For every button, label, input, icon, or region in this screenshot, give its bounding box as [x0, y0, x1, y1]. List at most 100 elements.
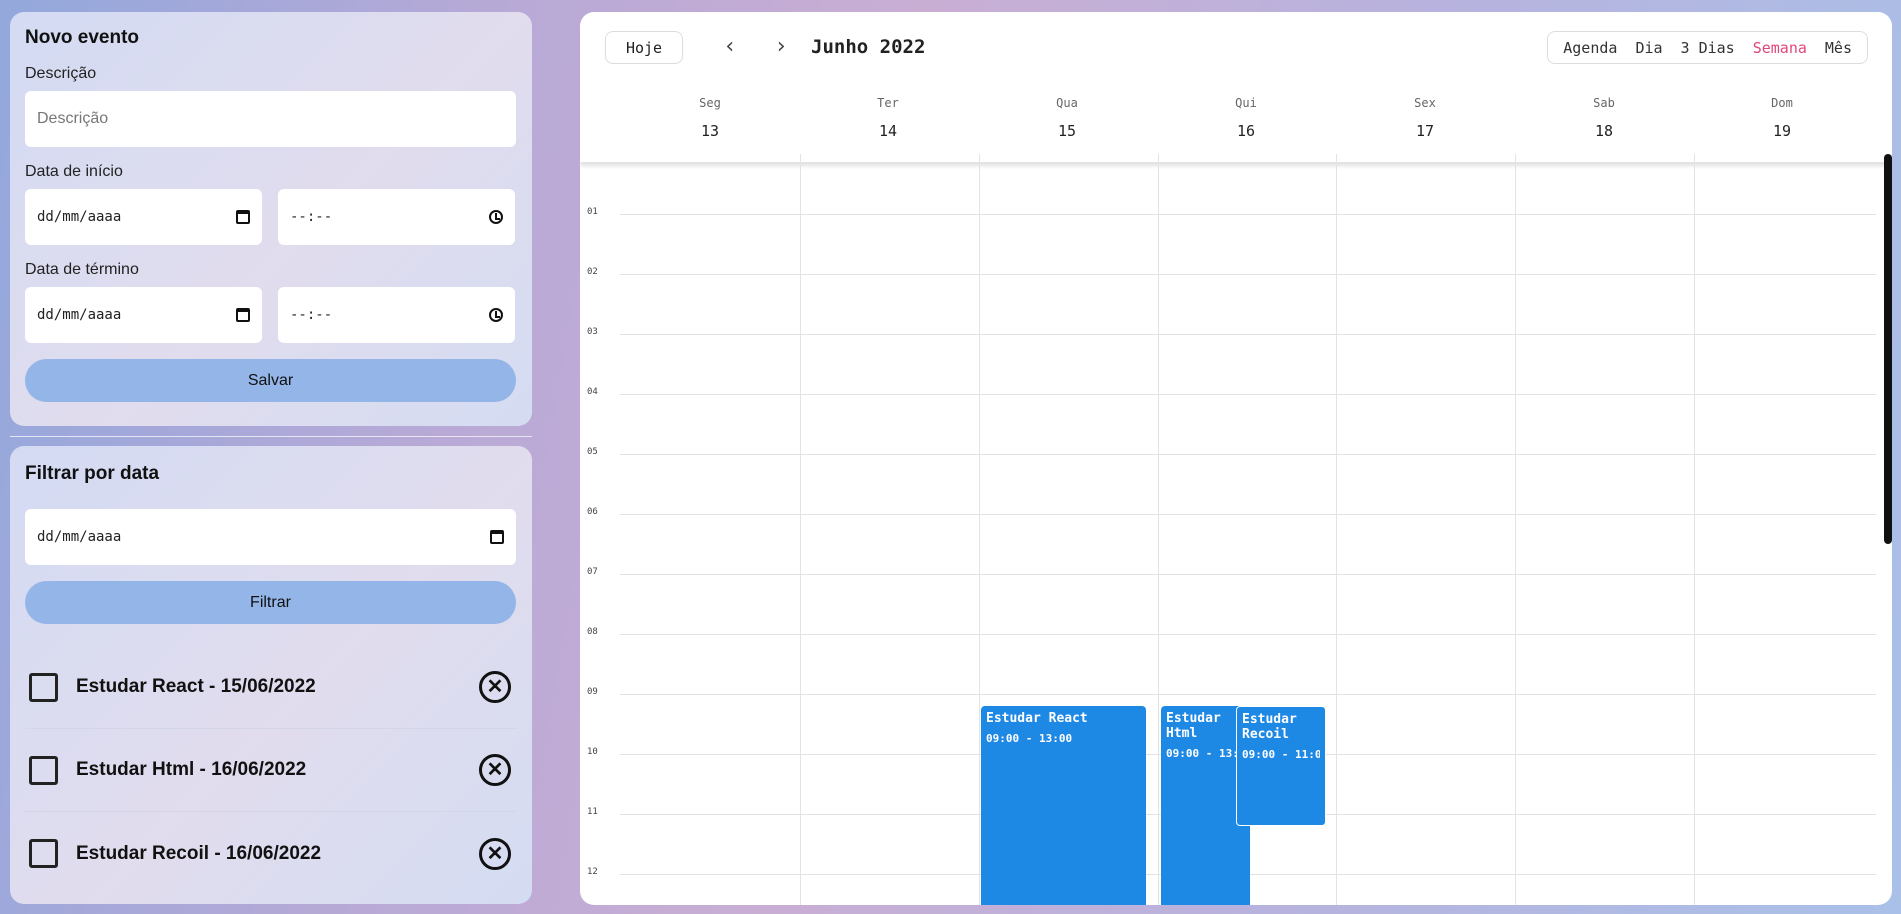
scrollbar[interactable] — [1884, 154, 1892, 544]
filter-title: Filtrar por data — [25, 463, 160, 484]
day-column-divider — [1515, 154, 1516, 905]
hour-line — [620, 514, 1876, 515]
view-week[interactable]: Semana — [1744, 39, 1816, 57]
hour-label: 04 — [587, 387, 598, 397]
day-number: 16 — [1236, 122, 1256, 140]
day-header-row: Seg 13 Ter 14 Qua 15 Qui 16 Sex 17 Sab 1… — [580, 82, 1892, 162]
day-number: 17 — [1415, 122, 1435, 140]
task-checkbox[interactable] — [29, 839, 58, 868]
event-title: Estudar Html — [1166, 711, 1221, 741]
event-time: 09:00 - 13:00 — [1166, 747, 1245, 760]
day-name: Qui — [1235, 96, 1257, 110]
event-title: Estudar React — [986, 711, 1088, 726]
day-number: 15 — [1057, 122, 1077, 140]
save-button[interactable]: Salvar — [25, 359, 516, 402]
filter-date-input[interactable]: dd/mm/aaaa — [25, 509, 516, 565]
delete-icon[interactable]: ✕ — [479, 754, 511, 786]
new-event-title: Novo evento — [25, 27, 140, 48]
start-time-input[interactable]: --:-- — [278, 189, 515, 245]
day-name: Qua — [1056, 96, 1078, 110]
clock-icon[interactable] — [489, 308, 503, 322]
end-time-input[interactable]: --:-- — [278, 287, 515, 343]
today-button[interactable]: Hoje — [605, 31, 683, 64]
hour-label: 03 — [587, 327, 598, 337]
chevron-left-icon[interactable]: ‹ — [718, 34, 742, 59]
chevron-right-icon[interactable]: › — [769, 34, 793, 59]
day-number: 18 — [1594, 122, 1614, 140]
filter-button[interactable]: Filtrar — [25, 581, 516, 624]
day-name: Ter — [877, 96, 899, 110]
hour-line — [620, 334, 1876, 335]
list-item: Estudar React - 15/06/2022 ✕ — [25, 646, 517, 729]
day-name: Dom — [1771, 96, 1793, 110]
event-time: 09:00 - 13:00 — [986, 732, 1073, 745]
hour-label: 10 — [587, 747, 598, 757]
day-name: Sex — [1414, 96, 1436, 110]
day-column-divider — [1694, 154, 1695, 905]
day-column-divider — [1158, 154, 1159, 905]
time-grid[interactable]: 01 02 03 04 05 06 07 08 09 10 11 12 Estu… — [580, 154, 1892, 905]
day-number: 14 — [878, 122, 898, 140]
task-label: Estudar Html - 16/06/2022 — [76, 759, 307, 780]
clock-icon[interactable] — [489, 210, 503, 224]
calendar-icon[interactable] — [236, 308, 250, 322]
day-header[interactable]: Sex 17 — [1336, 96, 1514, 140]
panel-divider — [10, 436, 532, 437]
day-header[interactable]: Sab 18 — [1515, 96, 1693, 140]
hour-line — [620, 694, 1876, 695]
delete-icon[interactable]: ✕ — [479, 671, 511, 703]
day-column-divider — [1336, 154, 1337, 905]
task-checkbox[interactable] — [29, 755, 58, 785]
end-time-placeholder: --:-- — [290, 307, 333, 323]
hour-label: 06 — [587, 507, 598, 517]
day-column-divider — [979, 154, 980, 905]
day-number: 19 — [1772, 122, 1792, 140]
day-name: Seg — [699, 96, 721, 110]
view-switcher: Agenda Dia 3 Dias Semana Mês — [1547, 31, 1868, 64]
hour-label: 02 — [587, 267, 598, 277]
calendar-event[interactable]: Estudar Recoil 09:00 - 11:00 — [1236, 706, 1326, 826]
description-placeholder: Descrição — [37, 110, 109, 127]
month-title: Junho 2022 — [811, 36, 926, 58]
hour-line — [620, 394, 1876, 395]
calendar-toolbar: Hoje ‹ › Junho 2022 Agenda Dia 3 Dias Se… — [580, 12, 1892, 72]
end-date-label: Data de término — [25, 261, 139, 278]
task-list: Estudar React - 15/06/2022 ✕ Estudar Htm… — [10, 646, 532, 895]
day-name: Sab — [1593, 96, 1615, 110]
calendar-icon[interactable] — [490, 530, 504, 544]
hour-label: 09 — [587, 687, 598, 697]
calendar-icon[interactable] — [236, 210, 250, 224]
filter-date-placeholder: dd/mm/aaaa — [37, 529, 122, 545]
day-header[interactable]: Qui 16 — [1157, 96, 1335, 140]
task-checkbox[interactable] — [29, 672, 58, 702]
day-header[interactable]: Ter 14 — [799, 96, 977, 140]
hour-line — [620, 574, 1876, 575]
view-day[interactable]: Dia — [1626, 39, 1671, 57]
start-date-placeholder: dd/mm/aaaa — [37, 209, 122, 225]
calendar-event[interactable]: Estudar React 09:00 - 13:00 — [981, 706, 1146, 905]
event-title: Estudar Recoil — [1242, 712, 1297, 742]
description-input[interactable]: Descrição — [25, 91, 516, 147]
day-number: 13 — [700, 122, 720, 140]
view-agenda[interactable]: Agenda — [1554, 39, 1626, 57]
start-time-placeholder: --:-- — [290, 209, 333, 225]
view-month[interactable]: Mês — [1816, 39, 1861, 57]
hour-label: 01 — [587, 207, 598, 217]
task-label: Estudar React - 15/06/2022 — [76, 676, 316, 697]
day-header[interactable]: Qua 15 — [978, 96, 1156, 140]
day-column-divider — [800, 154, 801, 905]
week-calendar: Hoje ‹ › Junho 2022 Agenda Dia 3 Dias Se… — [580, 12, 1892, 905]
hour-line — [620, 454, 1876, 455]
hour-label: 07 — [587, 567, 598, 577]
day-header[interactable]: Dom 19 — [1693, 96, 1871, 140]
end-date-input[interactable]: dd/mm/aaaa — [25, 287, 262, 343]
start-date-input[interactable]: dd/mm/aaaa — [25, 189, 262, 245]
hour-label: 12 — [587, 867, 598, 877]
list-item: Estudar Html - 16/06/2022 ✕ — [25, 729, 517, 812]
delete-icon[interactable]: ✕ — [479, 837, 511, 870]
list-item: Estudar Recoil - 16/06/2022 ✕ — [25, 812, 517, 895]
end-date-placeholder: dd/mm/aaaa — [37, 307, 122, 323]
day-header[interactable]: Seg 13 — [621, 96, 799, 140]
hour-line — [620, 274, 1876, 275]
view-3-days[interactable]: 3 Dias — [1672, 39, 1744, 57]
